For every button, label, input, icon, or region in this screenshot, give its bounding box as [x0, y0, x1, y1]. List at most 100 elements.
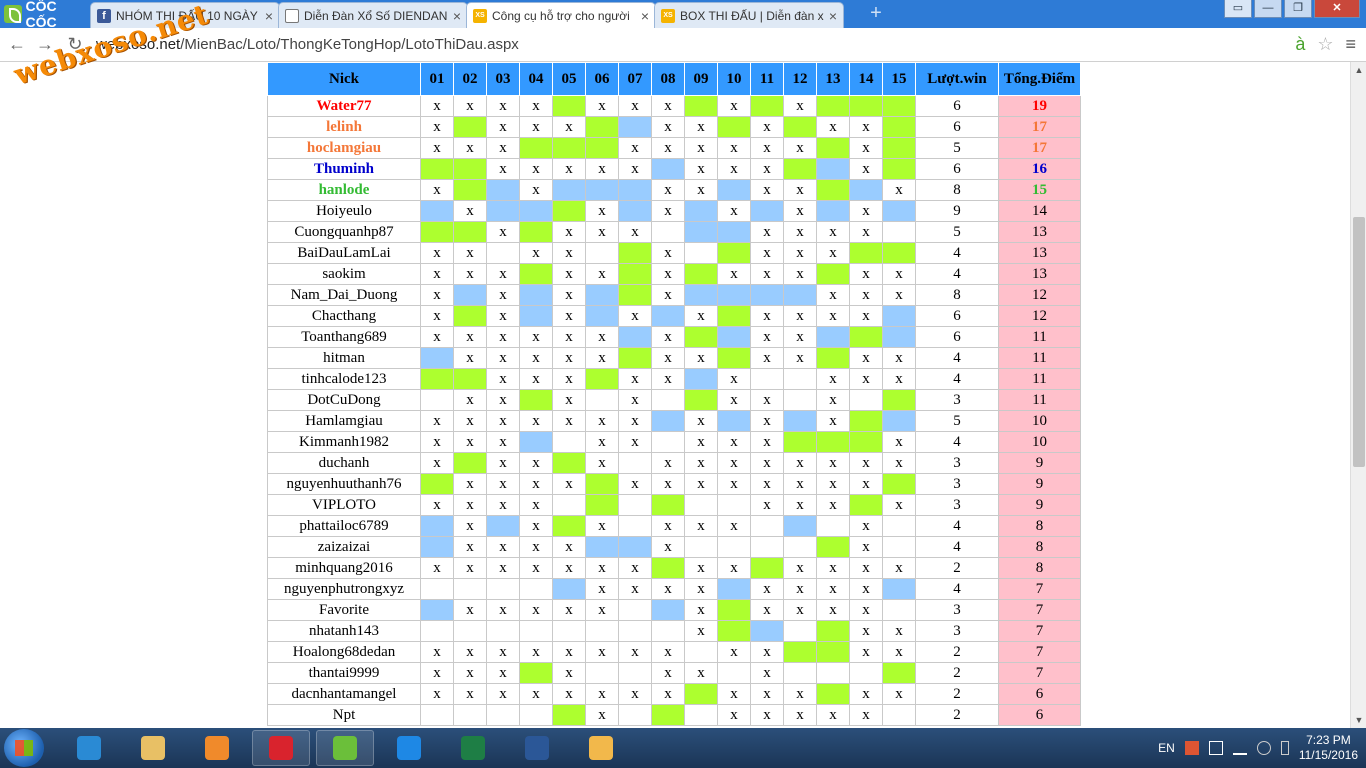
- player-nick: Favorite: [267, 599, 421, 621]
- table-row: Water77 x x x x x x x x x 6 19: [267, 95, 1081, 117]
- new-tab-button[interactable]: +: [866, 3, 886, 24]
- player-nick: hoclamgiau: [267, 137, 421, 159]
- tab-close-icon[interactable]: ×: [453, 8, 461, 24]
- taskbar-app-button[interactable]: [380, 730, 438, 766]
- day-cell: x: [882, 683, 916, 705]
- wins-cell: 6: [915, 305, 999, 327]
- document-icon: [285, 8, 299, 23]
- day-cell: [717, 116, 751, 138]
- battery-icon[interactable]: [1280, 741, 1289, 755]
- day-cell: x: [618, 389, 652, 411]
- paint-icon: [589, 736, 613, 760]
- day-cell: x: [519, 242, 553, 264]
- day-cell: [420, 389, 454, 411]
- language-indicator[interactable]: EN: [1158, 741, 1175, 755]
- day-cell: x: [783, 137, 817, 159]
- day-cell: [618, 662, 652, 684]
- tab-close-icon[interactable]: ×: [641, 8, 649, 24]
- table-row: nhatanh143 x x x 3 7: [267, 620, 1081, 642]
- day-cell: x: [618, 557, 652, 579]
- tab-close-icon[interactable]: ×: [265, 8, 273, 24]
- taskbar-app-button[interactable]: [444, 730, 502, 766]
- table-row: nguyenhuuthanh76 x x x x x x x x x x x x 3 9: [267, 473, 1081, 495]
- day-cell: [453, 620, 487, 642]
- day-cell: x: [882, 431, 916, 453]
- translate-icon[interactable]: à: [1295, 34, 1305, 55]
- day-cell: x: [618, 473, 652, 495]
- day-cell: [882, 515, 916, 537]
- day-cell: x: [717, 368, 751, 390]
- taskbar-app-button[interactable]: [508, 730, 566, 766]
- player-nick: Npt: [267, 704, 421, 726]
- day-cell: x: [651, 95, 685, 117]
- bookmark-star-icon[interactable]: ☆: [1317, 34, 1333, 55]
- minimize-button[interactable]: —: [1254, 0, 1282, 18]
- day-cell: [816, 158, 850, 180]
- scroll-up-icon[interactable]: ▲: [1351, 62, 1366, 78]
- flag-icon[interactable]: [1208, 741, 1223, 755]
- day-cell: [717, 599, 751, 621]
- day-cell: [486, 200, 520, 222]
- maximize-button[interactable]: ❐: [1284, 0, 1312, 18]
- start-button[interactable]: [4, 729, 44, 767]
- taskbar-app-button[interactable]: [316, 730, 374, 766]
- day-cell: [684, 494, 718, 516]
- day-cell: x: [651, 116, 685, 138]
- day-cell: x: [585, 221, 619, 243]
- vertical-scrollbar[interactable]: ▲ ▼: [1350, 62, 1366, 728]
- day-cell: x: [519, 599, 553, 621]
- day-cell: x: [585, 263, 619, 285]
- points-cell: 14: [998, 200, 1081, 222]
- day-cell: x: [750, 116, 784, 138]
- day-cell: x: [651, 515, 685, 537]
- antivirus-icon[interactable]: [1184, 741, 1199, 755]
- network-icon[interactable]: [1232, 741, 1247, 755]
- day-cell: [783, 641, 817, 663]
- column-header: 01: [420, 62, 454, 96]
- column-header: 12: [783, 62, 817, 96]
- scroll-down-icon[interactable]: ▼: [1351, 712, 1366, 728]
- browser-brand[interactable]: CỐC CỐC: [0, 0, 90, 30]
- day-cell: x: [849, 515, 883, 537]
- tab-close-icon[interactable]: ×: [829, 8, 837, 24]
- taskbar-app-button[interactable]: [572, 730, 630, 766]
- user-icon[interactable]: ▭: [1224, 0, 1252, 18]
- day-cell: x: [486, 116, 520, 138]
- day-cell: x: [519, 158, 553, 180]
- player-nick: Hoalong68dedan: [267, 641, 421, 663]
- wins-cell: 3: [915, 389, 999, 411]
- browser-tab[interactable]: XS Công cụ hỗ trợ cho người ×: [466, 2, 656, 28]
- day-cell: x: [486, 158, 520, 180]
- table-row: Cuongquanhp87 x x x x x x x x 5 13: [267, 221, 1081, 243]
- taskbar-app-button[interactable]: [252, 730, 310, 766]
- player-nick: Kimmanh1982: [267, 431, 421, 453]
- scrollbar-thumb[interactable]: [1353, 217, 1365, 467]
- volume-icon[interactable]: [1256, 741, 1271, 755]
- browser-tab[interactable]: XS BOX THI ĐẤU | Diễn đàn x ×: [654, 2, 844, 28]
- day-cell: x: [816, 452, 850, 474]
- back-button[interactable]: ←: [6, 34, 28, 55]
- day-cell: [816, 200, 850, 222]
- taskbar-app-button[interactable]: [124, 730, 182, 766]
- day-cell: x: [882, 347, 916, 369]
- day-cell: x: [684, 515, 718, 537]
- taskbar-app-button[interactable]: [60, 730, 118, 766]
- player-nick: Hamlamgiau: [267, 410, 421, 432]
- day-cell: [717, 305, 751, 327]
- wins-cell: 3: [915, 599, 999, 621]
- taskbar-app-button[interactable]: [188, 730, 246, 766]
- clock[interactable]: 7:23 PM 11/15/2016: [1299, 733, 1358, 763]
- day-cell: x: [486, 641, 520, 663]
- day-cell: x: [486, 599, 520, 621]
- close-button[interactable]: ✕: [1314, 0, 1360, 18]
- browser-menu-icon[interactable]: ≡: [1345, 34, 1356, 55]
- day-cell: x: [519, 179, 553, 201]
- column-header: 07: [618, 62, 652, 96]
- browser-tab[interactable]: Diễn Đàn Xổ Số DIENDAN ×: [278, 2, 468, 28]
- day-cell: [552, 179, 586, 201]
- day-cell: x: [420, 305, 454, 327]
- day-cell: [882, 473, 916, 495]
- ie-icon: [77, 736, 101, 760]
- day-cell: [519, 620, 553, 642]
- day-cell: x: [453, 473, 487, 495]
